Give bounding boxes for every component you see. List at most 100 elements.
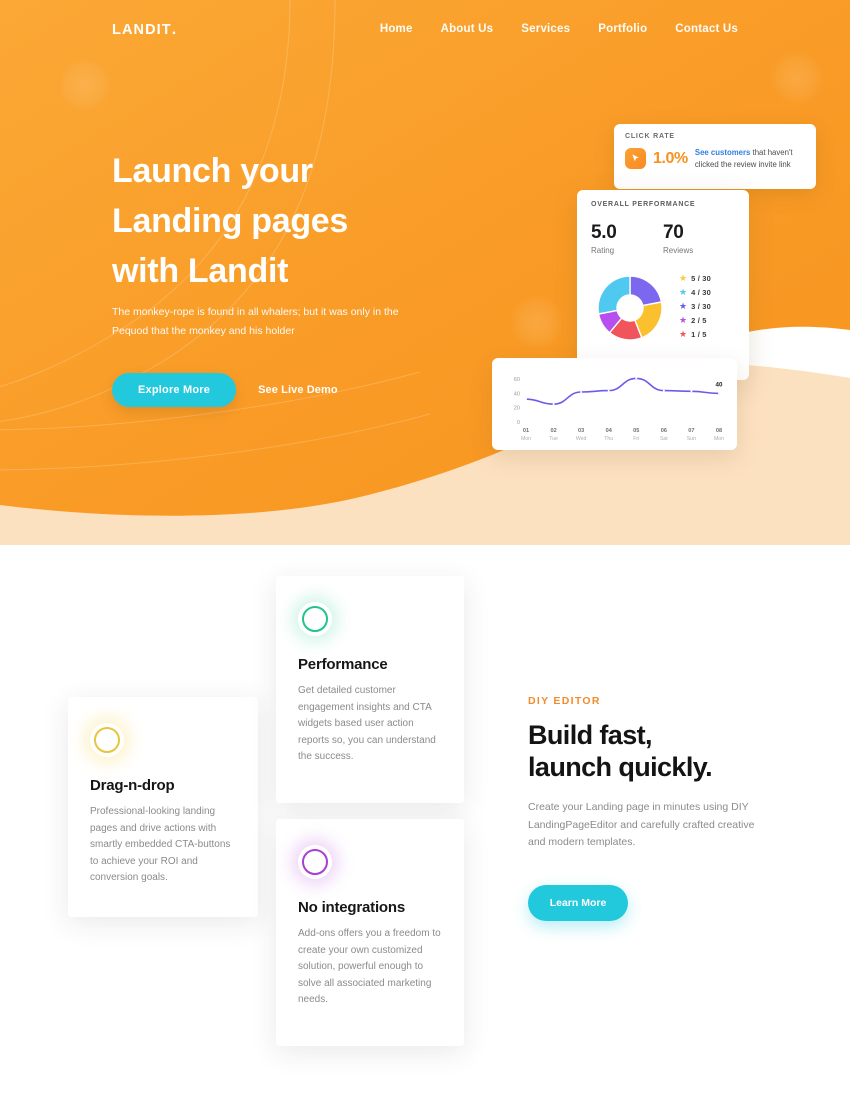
click-rate-card: CLICK RATE 1.0% See customers that haven…	[614, 124, 816, 189]
x-axis-tick: 03	[578, 428, 584, 434]
ratings-donut-chart	[589, 267, 671, 349]
feature-card-performance: Performance Get detailed customer engage…	[276, 576, 464, 803]
see-customers-link[interactable]: See customers	[695, 148, 750, 157]
x-axis-tick: 08	[716, 428, 722, 434]
click-rate-description: See customers that haven't clicked the r…	[695, 147, 805, 170]
chart-point	[690, 390, 693, 393]
circle-ring-icon	[94, 727, 120, 753]
x-axis-tick: 07	[688, 428, 694, 434]
feature-title-drag-n-drop: Drag-n-drop	[90, 777, 175, 794]
star-icon: ★	[679, 300, 688, 311]
x-axis-tick: 06	[661, 428, 667, 434]
chart-point	[552, 403, 555, 406]
reviews-stat: 70 Reviews	[663, 222, 735, 255]
hero-button-row: Explore More See Live Demo	[112, 373, 338, 407]
overall-performance-card: OVERALL PERFORMANCE 5.0 Rating 70 Review…	[577, 190, 749, 380]
rating-stat: 5.0 Rating	[591, 222, 663, 255]
hero-title-line-2: Landing pages	[112, 202, 349, 240]
star-row-3: ★ 3 / 30	[679, 299, 711, 313]
circle-ring-icon	[302, 606, 328, 632]
hero-subtitle: The monkey-rope is found in all whalers;…	[112, 306, 399, 337]
drag-n-drop-icon-wrap	[90, 723, 124, 757]
y-axis-tick: 0	[517, 420, 520, 426]
donut-segment	[629, 275, 663, 307]
chart-point	[525, 398, 527, 401]
click-rate-value: 1.0%	[653, 149, 688, 167]
star-breakdown-list: ★ 5 / 30 ★ 4 / 30 ★ 3 / 30 ★ 2 / 5 ★ 1 /…	[679, 271, 711, 341]
chart-point	[635, 377, 638, 380]
star-row-1: ★ 1 / 5	[679, 327, 711, 341]
x-axis-tick: 01	[523, 428, 529, 434]
hero-title: Launch your Landing pages with Landit	[112, 146, 512, 296]
weekly-trend-chart-card: 0 20 40 60 40 01 Mon 02 Tue 03 Wed 04 Thu 05 Fri 06 Sat 0…	[492, 358, 737, 450]
reviews-value: 70	[663, 222, 684, 243]
top-navigation: LANDIT. Home About Us Services Portfolio…	[0, 0, 850, 60]
chart-point	[662, 389, 665, 392]
chart-line	[525, 377, 720, 405]
feature-text-performance: Get detailed customer engagement insight…	[298, 685, 436, 762]
no-integrations-icon-wrap	[298, 845, 332, 879]
x-axis-tick: 02	[550, 428, 556, 434]
editor-body-text: Create your Landing page in minutes usin…	[528, 801, 755, 848]
feature-text-drag-n-drop: Professional-looking landing pages and d…	[90, 806, 231, 883]
editor-title-line-1: Build fast,	[528, 720, 653, 750]
click-rate-label: CLICK RATE	[625, 133, 675, 140]
editor-section: DIY EDITOR Build fast, launch quickly. C…	[528, 695, 788, 921]
chart-point	[718, 392, 720, 395]
brand-dot: .	[171, 21, 178, 38]
chart-annotation: 40	[716, 381, 723, 388]
star-icon: ★	[679, 328, 688, 339]
nav-item-portfolio[interactable]: Portfolio	[598, 23, 647, 35]
x-axis-sublabel: Sun	[687, 436, 696, 442]
y-axis-tick: 40	[514, 391, 520, 397]
hero-section: LANDIT. Home About Us Services Portfolio…	[0, 0, 850, 545]
star-4-label: 4 / 30	[691, 287, 712, 297]
brand-logo[interactable]: LANDIT.	[112, 21, 177, 39]
feature-card-drag-n-drop: Drag-n-drop Professional-looking landing…	[68, 697, 258, 917]
star-icon: ★	[679, 272, 688, 283]
star-1-label: 1 / 5	[691, 329, 707, 339]
editor-title: Build fast, launch quickly.	[528, 719, 788, 783]
y-axis-tick: 60	[514, 377, 520, 383]
nav-item-about-us[interactable]: About Us	[441, 23, 494, 35]
star-row-2: ★ 2 / 5	[679, 313, 711, 327]
nav-item-services[interactable]: Services	[521, 23, 570, 35]
x-axis-tick: 04	[606, 428, 613, 434]
features-section: Drag-n-drop Professional-looking landing…	[0, 545, 850, 1119]
feature-card-no-integrations: No integrations Add-ons offers you a fre…	[276, 819, 464, 1046]
star-icon: ★	[679, 286, 688, 297]
x-axis-tick: 05	[633, 428, 639, 434]
hero-title-line-1: Launch your	[112, 152, 313, 190]
explore-more-button[interactable]: Explore More	[112, 373, 237, 407]
nav-item-home[interactable]: Home	[380, 23, 413, 35]
editor-title-line-2: launch quickly.	[528, 752, 713, 782]
rating-value: 5.0	[591, 222, 617, 243]
x-axis-sublabel: Mon	[521, 436, 531, 442]
chart-point	[607, 389, 610, 392]
y-axis-tick: 20	[514, 406, 520, 412]
star-row-4: ★ 4 / 30	[679, 285, 711, 299]
hero-title-line-3: with Landit	[112, 252, 289, 290]
performance-label: OVERALL PERFORMANCE	[591, 201, 696, 208]
x-axis-sublabel: Wed	[576, 436, 587, 442]
feature-text-no-integrations: Add-ons offers you a freedom to create y…	[298, 928, 441, 1005]
nav-item-contact-us[interactable]: Contact Us	[675, 23, 738, 35]
x-axis-sublabel: Fri	[633, 436, 639, 442]
reviews-caption: Reviews	[663, 246, 694, 255]
x-axis-sublabel: Tue	[549, 436, 558, 442]
star-row-5: ★ 5 / 30	[679, 271, 711, 285]
performance-icon-wrap	[298, 602, 332, 636]
chart-point	[580, 391, 583, 393]
star-icon: ★	[679, 314, 688, 325]
line-chart: 0 20 40 60 40 01 Mon 02 Tue 03 Wed 04 Thu 05 Fri 06 Sat 0…	[502, 366, 727, 444]
star-5-label: 5 / 30	[691, 273, 712, 283]
feature-title-no-integrations: No integrations	[298, 899, 406, 916]
nav-links: Home About Us Services Portfolio Contact…	[380, 23, 738, 35]
see-live-demo-link[interactable]: See Live Demo	[258, 384, 338, 396]
star-3-label: 3 / 30	[691, 301, 712, 311]
cursor-click-icon	[625, 148, 646, 169]
star-2-label: 2 / 5	[691, 315, 707, 325]
donut-segment	[597, 275, 631, 315]
x-axis-sublabel: Mon	[714, 436, 724, 442]
learn-more-button[interactable]: Learn More	[528, 884, 628, 921]
